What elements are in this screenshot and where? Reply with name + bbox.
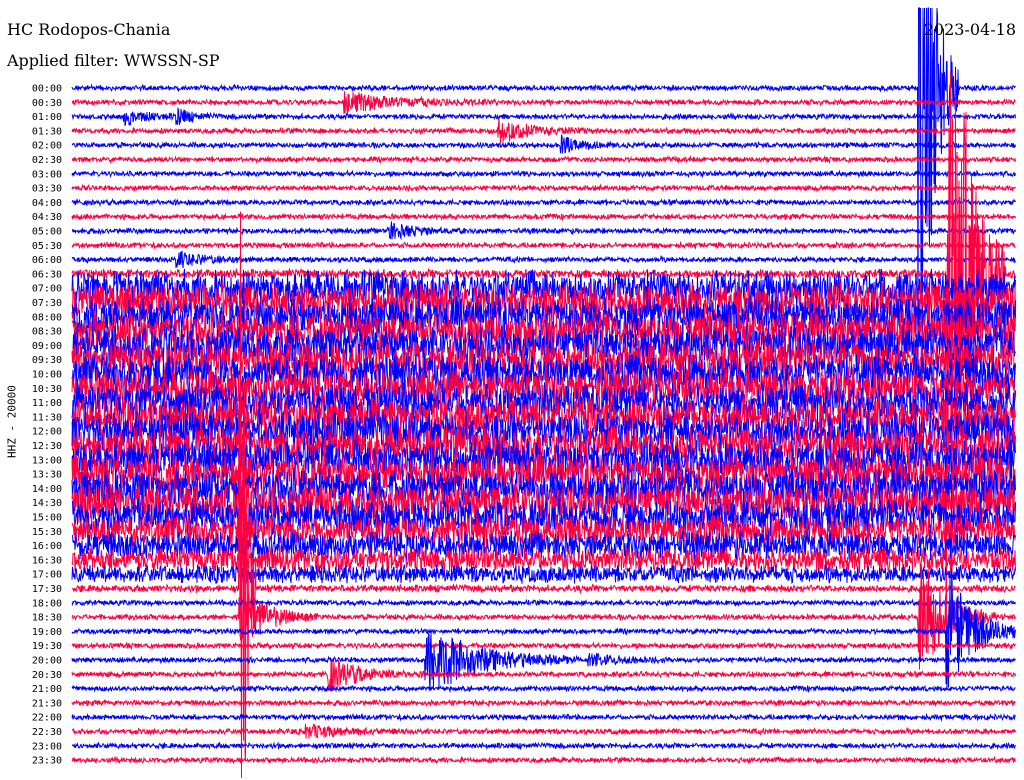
row-time-label: 17:30 xyxy=(32,584,62,595)
trace-row-0500 xyxy=(71,221,1016,241)
trace-row-0130 xyxy=(71,117,1016,143)
trace-row-2000 xyxy=(71,633,1016,692)
row-time-label: 07:30 xyxy=(32,298,62,309)
trace-row-1930 xyxy=(71,641,1016,651)
trace-row-0400 xyxy=(71,198,1016,208)
row-time-label: 02:00 xyxy=(32,141,62,152)
row-time-label: 09:30 xyxy=(32,355,62,366)
trace-row-1700 xyxy=(71,563,1016,585)
trace-row-0600 xyxy=(71,250,1016,269)
row-time-label: 21:00 xyxy=(32,684,62,695)
row-time-label: 13:30 xyxy=(32,470,62,481)
row-time-label: 10:00 xyxy=(32,370,62,381)
helicorder-plot: 00:00 00:30 01:00 01:30 02:00 02:30 03:00 03:30… xyxy=(32,7,1016,779)
trace-row-0330 xyxy=(71,183,1016,193)
trace-row-2230 xyxy=(72,723,1016,739)
row-time-label: 13:00 xyxy=(32,455,62,466)
row-time-label: 08:30 xyxy=(32,327,62,338)
row-time-label: 14:00 xyxy=(32,484,62,495)
trace-row-2200 xyxy=(71,712,1016,722)
trace-row-2330 xyxy=(71,755,1016,765)
row-time-label: 19:00 xyxy=(32,627,62,638)
row-time-label: 06:30 xyxy=(32,269,62,280)
row-time-label: 05:30 xyxy=(32,241,62,252)
date-label: 2023-04-18 xyxy=(923,20,1016,39)
row-time-label: 06:00 xyxy=(32,255,62,266)
row-time-label: 23:00 xyxy=(32,741,62,752)
trace-row-2300 xyxy=(71,741,1016,751)
trace-row-0230 xyxy=(71,154,1016,165)
row-time-label: 23:30 xyxy=(32,756,62,767)
row-time-label: 10:30 xyxy=(32,384,62,395)
y-axis-label: HHZ - 20000 xyxy=(5,385,19,458)
row-time-label: 00:00 xyxy=(32,84,62,95)
row-time-label: 20:00 xyxy=(32,656,62,667)
row-time-label: 21:30 xyxy=(32,698,62,709)
row-time-label: 04:00 xyxy=(32,198,62,209)
row-time-label: 15:00 xyxy=(32,513,62,524)
row-time-label: 03:00 xyxy=(32,169,62,180)
row-time-label: 16:00 xyxy=(32,541,62,552)
trace-row-1800 xyxy=(71,598,1016,608)
row-time-label: 22:00 xyxy=(32,713,62,724)
row-time-label: 11:00 xyxy=(32,398,62,409)
row-time-label: 18:30 xyxy=(32,613,62,624)
row-time-label: 22:30 xyxy=(32,727,62,738)
row-time-label: 03:30 xyxy=(32,184,62,195)
row-time-label: 00:30 xyxy=(32,98,62,109)
row-time-label: 01:30 xyxy=(32,126,62,137)
row-time-label: 15:30 xyxy=(32,527,62,538)
row-time-label: 17:00 xyxy=(32,570,62,581)
row-time-label: 05:00 xyxy=(32,227,62,238)
trace-row-2130 xyxy=(71,698,1016,708)
trace-row-0530 xyxy=(71,240,1016,250)
row-time-label: 12:00 xyxy=(32,427,62,438)
row-time-label: 16:30 xyxy=(32,555,62,566)
station-title: HC Rodopos-Chania xyxy=(7,20,171,39)
row-time-label: 14:30 xyxy=(32,498,62,509)
row-time-label: 04:30 xyxy=(32,212,62,223)
row-time-label: 19:30 xyxy=(32,641,62,652)
row-time-label: 07:00 xyxy=(32,284,62,295)
row-time-label: 20:30 xyxy=(32,670,62,681)
row-time-label: 02:30 xyxy=(32,155,62,166)
trace-row-0100 xyxy=(71,106,1016,127)
trace-row-0300 xyxy=(71,169,1016,179)
row-time-label: 09:00 xyxy=(32,341,62,352)
row-time-label: 18:00 xyxy=(32,598,62,609)
row-time-label: 12:30 xyxy=(32,441,62,452)
trace-row-0030 xyxy=(71,91,1016,115)
row-time-label: 01:00 xyxy=(32,112,62,123)
trace-row-2100 xyxy=(71,684,1016,694)
trace-row-0430 xyxy=(71,212,1016,222)
row-time-label: 11:30 xyxy=(32,412,62,423)
trace-row-0200 xyxy=(71,134,1016,154)
filter-label: Applied filter: WWSSN-SP xyxy=(7,51,220,70)
row-time-label: 08:00 xyxy=(32,312,62,323)
